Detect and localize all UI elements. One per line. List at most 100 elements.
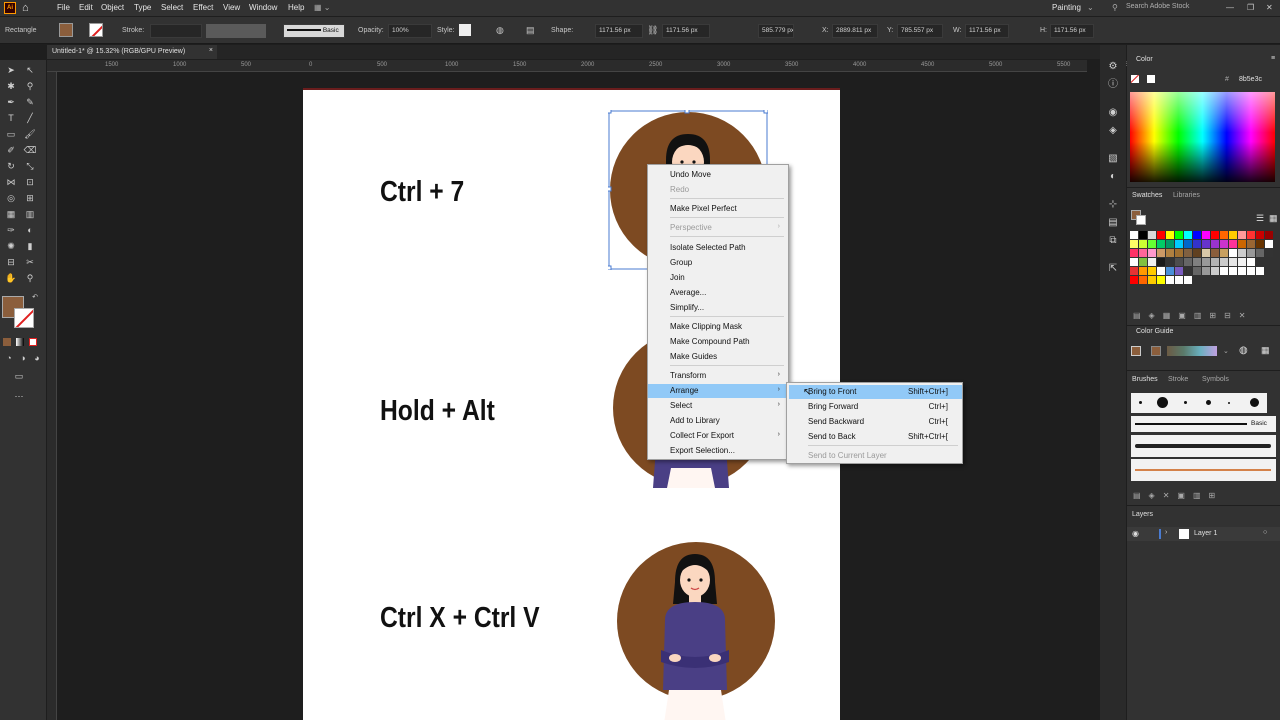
libraries-tab[interactable]: Libraries [1173, 192, 1200, 199]
swatch[interactable] [1184, 249, 1192, 257]
color-none-swatch[interactable] [1131, 75, 1139, 83]
selection-tool-icon[interactable]: ➤ [4, 64, 18, 76]
menu-item-make-clipping-mask[interactable]: Make Clipping Mask [648, 320, 788, 334]
menu-window[interactable]: Window [249, 3, 277, 12]
artboard-tool-icon[interactable]: ⊟ [4, 256, 18, 268]
draw-normal-icon[interactable]: ◔ [2, 352, 16, 364]
gradient-mode-icon[interactable] [16, 338, 24, 346]
menu-item-undo-move[interactable]: Undo Move [648, 168, 788, 182]
swatch[interactable] [1211, 240, 1219, 248]
menu-select[interactable]: Select [161, 3, 183, 12]
swatch[interactable] [1166, 231, 1174, 239]
swap-colors-icon[interactable]: ↶ [28, 292, 42, 304]
swatch[interactable] [1193, 240, 1201, 248]
swatch[interactable] [1220, 258, 1228, 266]
swatch[interactable] [1220, 240, 1228, 248]
mesh-tool-icon[interactable]: ▦ [4, 208, 18, 220]
swatch[interactable] [1193, 249, 1201, 257]
lasso-tool-icon[interactable]: ⚲ [23, 80, 37, 92]
swatch[interactable] [1139, 267, 1147, 275]
menu-item-collect-for-export[interactable]: Collect For Export › [648, 429, 788, 443]
swatch[interactable] [1175, 267, 1183, 275]
swatch[interactable] [1202, 258, 1210, 266]
align-panel-icon[interactable]: ▤ [1107, 217, 1119, 229]
harmony-rules[interactable] [1167, 346, 1217, 356]
swatch[interactable] [1148, 240, 1156, 248]
swatch[interactable] [1256, 231, 1264, 239]
menu-item-export-selection[interactable]: Export Selection... [648, 444, 788, 458]
swatch[interactable] [1130, 231, 1138, 239]
swatch[interactable] [1247, 231, 1255, 239]
blend-tool-icon[interactable]: ◐ [23, 224, 37, 236]
transparency-icon[interactable]: ◐ [1107, 171, 1119, 183]
paintbrush-tool-icon[interactable]: 🖌 [23, 128, 37, 140]
swatch[interactable] [1202, 249, 1210, 257]
menu-item-send-to-back[interactable]: Send to Back Shift+Ctrl+[ [787, 430, 962, 444]
harmony-dropdown-icon[interactable]: ⌄ [1223, 347, 1229, 355]
appearance-icon[interactable]: ◉ [1107, 107, 1119, 119]
swatch[interactable] [1130, 240, 1138, 248]
swatch[interactable] [1157, 249, 1165, 257]
x-field[interactable]: 2889.811 px [832, 24, 878, 38]
brush-basic[interactable]: Basic [1131, 416, 1276, 432]
brushes-footer-icons[interactable]: ▤◈✕▣▥⊞ [1133, 491, 1278, 501]
close-window-button[interactable]: ✕ [1266, 3, 1273, 12]
swatch[interactable] [1256, 249, 1264, 257]
transform-icon[interactable]: ⊹ [1107, 199, 1119, 211]
gradient-icon[interactable]: ▧ [1107, 153, 1119, 165]
variable-width-profile[interactable] [206, 24, 266, 38]
screen-mode-icon[interactable]: ▭ [12, 370, 26, 382]
swatch[interactable] [1139, 249, 1147, 257]
swatch[interactable] [1157, 258, 1165, 266]
menu-item-bring-forward[interactable]: Bring Forward Ctrl+] [787, 400, 962, 414]
corner-radius-field[interactable]: 585.779 px [758, 24, 794, 38]
slice-tool-icon[interactable]: ✂ [23, 256, 37, 268]
direct-selection-tool-icon[interactable]: ↖ [23, 64, 37, 76]
swatch[interactable] [1220, 231, 1228, 239]
swatch[interactable] [1265, 249, 1273, 257]
panel-menu-icon[interactable]: ≡ [1271, 55, 1275, 62]
menu-item-make-guides[interactable]: Make Guides [648, 350, 788, 364]
zoom-tool-icon[interactable]: ⚲ [23, 272, 37, 284]
swatch[interactable] [1229, 258, 1237, 266]
menu-edit[interactable]: Edit [79, 3, 93, 12]
swatch[interactable] [1175, 231, 1183, 239]
graphic-style-swatch[interactable] [459, 24, 471, 36]
graphic-styles-icon[interactable]: ◈ [1107, 125, 1119, 137]
menu-view[interactable]: View [223, 3, 240, 12]
swatch[interactable] [1247, 240, 1255, 248]
home-icon[interactable]: ⌂ [22, 2, 34, 14]
swatch[interactable] [1247, 258, 1255, 266]
grid-view-icon[interactable]: ▦ [1269, 213, 1278, 224]
swatch[interactable] [1247, 267, 1255, 275]
symbol-sprayer-tool-icon[interactable]: ✺ [4, 240, 18, 252]
shaper-tool-icon[interactable]: ✐ [4, 144, 18, 156]
stock-search-input[interactable]: Search Adobe Stock [1126, 3, 1189, 10]
scale-tool-icon[interactable]: ⤡ [23, 160, 37, 172]
color-guide-swatch[interactable] [1151, 346, 1161, 356]
swatch[interactable] [1247, 249, 1255, 257]
opacity-field[interactable]: 100% [388, 24, 432, 38]
save-color-group-icon[interactable]: ▦ [1261, 345, 1270, 356]
swatch[interactable] [1202, 231, 1210, 239]
type-tool-icon[interactable]: T [4, 112, 18, 124]
stroke-weight-field[interactable] [150, 24, 202, 38]
layer-row[interactable]: ◉ › Layer 1 ○ [1127, 527, 1280, 541]
properties-icon[interactable]: ⚙ [1107, 61, 1119, 73]
menu-file[interactable]: File [57, 3, 70, 12]
swatch[interactable] [1184, 258, 1192, 266]
swatch[interactable] [1175, 276, 1183, 284]
close-tab-icon[interactable]: × [209, 47, 213, 54]
stroke-swatch[interactable] [89, 23, 103, 37]
maximize-button[interactable]: ❐ [1247, 3, 1254, 12]
hand-tool-icon[interactable]: ✋ [4, 272, 18, 284]
swatch[interactable] [1238, 258, 1246, 266]
menu-item-transform[interactable]: Transform › [648, 369, 788, 383]
swatch[interactable] [1265, 231, 1273, 239]
perspective-grid-tool-icon[interactable]: ⊞ [23, 192, 37, 204]
stroke-color-swatch[interactable] [14, 308, 34, 328]
color-guide-base[interactable] [1131, 346, 1141, 356]
document-tab[interactable]: Untitled-1* @ 15.32% (RGB/GPU Preview) × [47, 45, 217, 59]
swatch[interactable] [1130, 249, 1138, 257]
swatch[interactable] [1193, 267, 1201, 275]
